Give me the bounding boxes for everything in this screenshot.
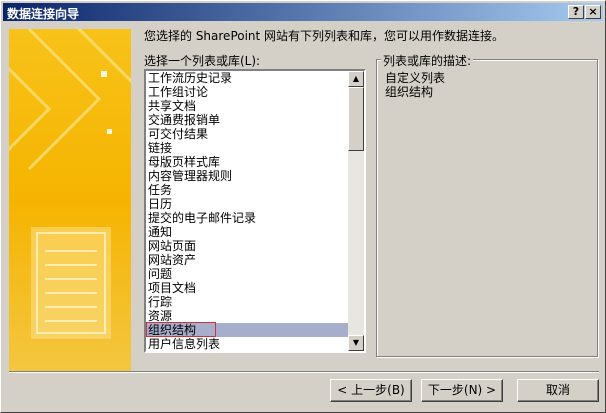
list-item[interactable]: 通知 <box>146 225 350 239</box>
list-item[interactable]: 链接 <box>146 141 350 155</box>
list-library-listbox[interactable]: 工作流历史记录 工作组讨论 共享文档 交通费报销单 可交付结果 链接 母版页样式库 内容管理器… <box>144 69 366 353</box>
list-label: 选择一个列表或库(L): <box>144 54 261 68</box>
list-item[interactable]: 交通费报销单 <box>146 113 350 127</box>
description-line: 组织结构 <box>385 85 434 99</box>
list-item[interactable]: 内容管理器规则 <box>146 169 350 183</box>
list-item[interactable]: 用户信息列表 <box>146 337 350 351</box>
scroll-down-button[interactable]: ▼ <box>348 335 364 351</box>
list-item[interactable]: 可交付结果 <box>146 127 350 141</box>
scroll-thumb[interactable] <box>348 87 364 151</box>
next-button[interactable]: 下一步(N) > <box>421 379 503 402</box>
help-icon: ? <box>572 5 580 18</box>
list-item[interactable]: 网站资产 <box>146 253 350 267</box>
list-item[interactable]: 资源 <box>146 309 350 323</box>
list-item[interactable]: 网站页面 <box>146 239 350 253</box>
list-item[interactable]: 日历 <box>146 197 350 211</box>
wizard-window: 数据连接向导 ? × 您选择的 SharePoint 网站有下列列表和库，您可以… <box>0 0 606 413</box>
description-text: 自定义列表 组织结构 <box>385 71 445 99</box>
window-title: 数据连接向导 <box>7 7 80 21</box>
list-scrollbar[interactable]: ▲ ▼ <box>348 71 364 351</box>
divider <box>9 371 599 373</box>
list-item[interactable]: 工作流历史记录 <box>146 71 350 85</box>
title-bar[interactable]: 数据连接向导 ? × <box>3 3 603 21</box>
close-icon: × <box>588 5 598 18</box>
cancel-button[interactable]: 取消 <box>517 379 599 402</box>
help-button[interactable]: ? <box>568 5 584 19</box>
wizard-banner <box>9 29 131 371</box>
list-item[interactable]: 提交的电子邮件记录 <box>146 211 350 225</box>
list-item[interactable]: 工作组讨论 <box>146 85 350 99</box>
description-label: 列表或库的描述: <box>381 52 474 69</box>
intro-text: 您选择的 SharePoint 网站有下列列表和库，您可以用作数据连接。 <box>144 29 505 43</box>
scroll-up-button[interactable]: ▲ <box>348 71 364 87</box>
list-item[interactable]: 项目文档 <box>146 281 350 295</box>
arrow-down-icon: ▼ <box>352 338 360 347</box>
arrow-up-icon: ▲ <box>352 74 360 83</box>
selection-outline <box>146 322 216 337</box>
description-group <box>376 59 598 357</box>
back-button[interactable]: < 上一步(B) <box>330 379 412 402</box>
description-line: 自定义列表 <box>385 71 446 85</box>
list-items: 工作流历史记录 工作组讨论 共享文档 交通费报销单 可交付结果 链接 母版页样式库 内容管理器… <box>146 71 350 351</box>
list-item[interactable]: 任务 <box>146 183 350 197</box>
list-item[interactable]: 母版页样式库 <box>146 155 350 169</box>
list-item[interactable]: 问题 <box>146 267 350 281</box>
banner-graphic <box>9 29 131 371</box>
list-item[interactable]: 行踪 <box>146 295 350 309</box>
list-item[interactable]: 组织结构 <box>146 322 350 337</box>
list-item[interactable]: 共享文档 <box>146 99 350 113</box>
close-button[interactable]: × <box>585 5 601 19</box>
